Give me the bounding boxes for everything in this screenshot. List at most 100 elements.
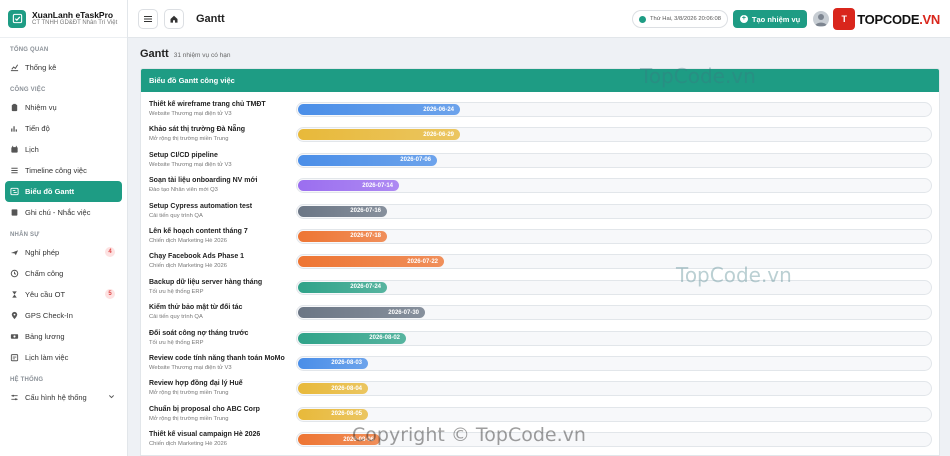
sidebar-item-money[interactable]: Bảng lương [0, 326, 127, 347]
sidebar-item-gantt[interactable]: Biểu đồ Gantt [5, 181, 122, 202]
gantt-bar-date: 2026-06-29 [423, 131, 454, 138]
gantt-bar-date: 2026-07-16 [350, 208, 381, 215]
gantt-track: 2026-08-03 [296, 355, 932, 371]
gantt-row[interactable]: Setup Cypress automation test Cải tiến qu… [141, 201, 939, 226]
user-avatar[interactable] [813, 11, 830, 27]
gantt-row[interactable]: Review hợp đồng đại lý Huế Mở rộng thị tr… [141, 378, 939, 403]
gantt-bar[interactable]: 2026-07-24 [298, 281, 387, 293]
sidebar-item-clock[interactable]: Chấm công [0, 263, 127, 284]
gantt-bar[interactable]: 2026-08-03 [298, 357, 368, 369]
gantt-row[interactable]: Thiết kế visual campaign Hè 2026 Chiến dị… [141, 429, 939, 454]
sidebar-item-clipboard[interactable]: Nhiệm vụ [0, 97, 127, 118]
gantt-track: 2026-08-04 [296, 381, 932, 397]
task-name: Review hợp đồng đại lý Huế [149, 380, 243, 388]
gantt-bar-date: 2026-07-24 [350, 284, 381, 291]
gantt-bar[interactable]: 2026-08-06 [298, 434, 380, 446]
count-badge: 5 [105, 289, 115, 299]
gantt-track: 2026-06-24 [296, 102, 932, 117]
sidebar-item-note[interactable]: Ghi chú - Nhắc việc [0, 202, 127, 223]
gantt-track: 2026-08-02 [296, 330, 932, 346]
sidebar-item-label: Thống kê [25, 63, 57, 72]
gantt-row[interactable]: Lên kế hoạch content tháng 7 Chiến dịch M… [141, 226, 939, 251]
gantt-row[interactable]: Thiết kế wireframe trang chủ TMĐT Website… [141, 99, 939, 124]
gantt-bar[interactable]: 2026-06-29 [298, 129, 460, 141]
sidebar-item-label: Biểu đồ Gantt [25, 187, 75, 196]
sidebar-item-label: Bảng lương [25, 332, 65, 341]
sidebar-item-label: Nhiệm vụ [25, 103, 57, 112]
gantt-track: 2026-07-30 [296, 305, 932, 321]
gantt-row[interactable]: Soạn tài liệu onboarding NV mới Đào tạo N… [141, 175, 939, 200]
brand[interactable]: XuanLanh eTaskPro CT TNHH GD&ĐT Nhân Trí… [0, 0, 127, 38]
hourglass-icon [10, 290, 19, 299]
topcode-logo-text: TOPCODE [857, 11, 920, 27]
topcode-logo-accent: .VN [919, 11, 940, 27]
sidebar-item-sliders[interactable]: Cấu hình hệ thống [0, 387, 127, 408]
list-icon [10, 166, 19, 175]
sidebar-section-title: TỔNG QUAN [10, 47, 49, 53]
gantt-row[interactable]: Kiểm thử bảo mật từ đối tác Cải tiến quy … [141, 302, 939, 327]
gantt-bar[interactable]: 2026-08-05 [298, 408, 368, 420]
page-title: Gantt [140, 48, 169, 60]
gantt-bar-date: 2026-08-06 [343, 436, 374, 443]
plus-icon: + [739, 15, 748, 23]
page-heading: Gantt 31 nhiệm vụ có hạn [140, 48, 230, 60]
plane-icon [10, 248, 19, 257]
brand-name: XuanLanh eTaskPro [32, 9, 114, 20]
sidebar-item-label: Cấu hình hệ thống [25, 393, 87, 402]
gantt-bar[interactable]: 2026-07-22 [298, 256, 444, 268]
gantt-bar[interactable]: 2026-07-16 [298, 205, 387, 217]
home-button[interactable] [164, 8, 184, 29]
gantt-bar[interactable]: 2026-08-04 [298, 383, 368, 395]
topcode-logo: T TOPCODE.VN [833, 8, 940, 30]
calendar-icon [10, 145, 19, 154]
gantt-bar[interactable]: 2026-07-14 [298, 180, 399, 192]
count-badge: 4 [105, 247, 115, 257]
sidebar-item-schedule[interactable]: Lịch làm việc [0, 347, 127, 368]
task-project: Chiến dịch Marketing Hè 2026 [149, 441, 227, 448]
gantt-bar-date: 2026-06-24 [423, 106, 454, 113]
sidebar-item-label: Chấm công [25, 269, 64, 278]
sidebar-item-label: Lịch [25, 145, 39, 154]
gantt-row[interactable]: Chuẩn bị proposal cho ABC Corp Mở rộng th… [141, 404, 939, 429]
sidebar-item-list[interactable]: Timeline công việc [0, 160, 127, 181]
task-project: Cải tiến quy trình QA [149, 212, 203, 219]
clock-icon [10, 269, 19, 278]
home-icon [170, 15, 178, 23]
sidebar-item-bar-chart[interactable]: Tiến độ [0, 118, 127, 139]
gantt-track: 2026-07-18 [296, 228, 932, 244]
sidebar-item-label: Tiến độ [25, 124, 50, 133]
sidebar-item-plane[interactable]: Nghỉ phép 4 [0, 242, 127, 263]
sidebar-item-chart-line[interactable]: Thống kê [0, 57, 127, 78]
task-name: Chạy Facebook Ads Phase 1 [149, 253, 245, 261]
chevron-down-icon [108, 393, 115, 402]
task-project: Chiến dịch Marketing Hè 2026 [149, 263, 227, 270]
gantt-card-title: Biểu đồ Gantt công việc [141, 69, 939, 92]
sidebar-item-calendar[interactable]: Lịch [0, 139, 127, 160]
create-task-button[interactable]: + Tạo nhiệm vụ [732, 10, 808, 28]
task-project: Mở rộng thị trường miền Trung [149, 415, 229, 422]
create-task-label: Tạo nhiệm vụ [751, 14, 801, 24]
gantt-track: 2026-07-22 [296, 254, 932, 270]
sidebar-item-map-pin[interactable]: GPS Check-In [0, 305, 127, 326]
gantt-row[interactable]: Chạy Facebook Ads Phase 1 Chiến dịch Mark… [141, 251, 939, 276]
gantt-bar[interactable]: 2026-06-24 [298, 104, 460, 115]
sidebar-item-hourglass[interactable]: Yêu cầu OT 5 [0, 284, 127, 305]
gantt-bar[interactable]: 2026-08-02 [298, 332, 406, 344]
gantt-row[interactable]: Khảo sát thị trường Đà Nẵng Mở rộng thị t… [141, 124, 939, 149]
sidebar-item-label: Ghi chú - Nhắc việc [25, 208, 91, 217]
sidebar-section-title: CÔNG VIỆC [10, 87, 46, 93]
gantt-track: 2026-07-14 [296, 178, 932, 194]
clock-icon [639, 15, 646, 23]
gantt-bar[interactable]: 2026-07-18 [298, 230, 387, 242]
gantt-row[interactable]: Đối soát công nợ tháng trước Tối ưu hệ th… [141, 328, 939, 353]
task-name: Kiểm thử bảo mật từ đối tác [149, 304, 243, 312]
menu-toggle-button[interactable] [138, 8, 158, 29]
gantt-bar[interactable]: 2026-07-30 [298, 307, 425, 319]
gantt-row[interactable]: Setup CI/CD pipeline Website Thương mại đ… [141, 150, 939, 175]
sidebar-item-label: Nghỉ phép [25, 248, 60, 257]
gantt-row[interactable]: Review code tính năng thanh toán MoMo Web… [141, 353, 939, 378]
gantt-row[interactable]: Backup dữ liệu server hàng tháng Tối ưu h… [141, 277, 939, 302]
datetime-pill: Thứ Hai, 3/8/2026 20:06:08 [632, 10, 728, 28]
sidebar-nav: TỔNG QUAN Thống kê CÔNG VIỆC Nhiệm vụ Tiến đ… [0, 43, 127, 408]
gantt-bar[interactable]: 2026-07-06 [298, 154, 437, 166]
